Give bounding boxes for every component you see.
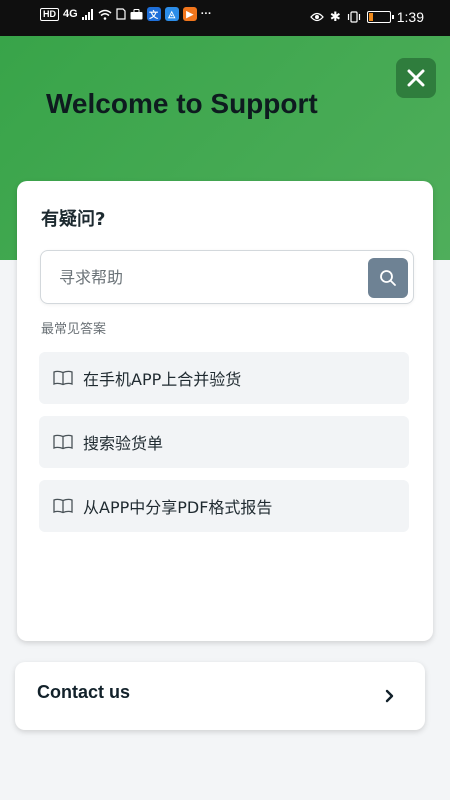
contact-us-label: Contact us [37,682,131,702]
faq-item-merge-inspection[interactable]: 在手机APP上合并验货 [39,352,409,404]
briefcase-icon [130,8,143,19]
status-bar-right: ✱ 1:39 [309,9,424,25]
page-title: Welcome to Support [46,88,318,119]
bluetooth-icon: ✱ [329,9,341,24]
faq-item-label: 搜索验货单 [83,434,164,453]
contact-us-button[interactable]: Contact us [15,662,425,730]
wifi-icon [98,9,112,20]
sim-icon [116,8,126,20]
faq-item-label: 从APP中分享PDF格式报告 [83,498,273,517]
faq-item-label: 在手机APP上合并验货 [83,370,242,389]
translate-app-icon: 文 [146,7,161,21]
status-bar-left: HD 4G 文 ◬ ▶ ··· [40,7,212,21]
faq-list: 在手机APP上合并验货 搜索验货单 从APP中分享PDF格式报告 [39,352,411,544]
eye-icon [309,12,324,22]
book-icon [53,498,73,514]
search-input[interactable] [41,251,361,303]
status-bar: HD 4G 文 ◬ ▶ ··· ✱ 1:39 [0,0,450,36]
clock-time: 1:39 [396,9,424,25]
faq-item-share-pdf[interactable]: 从APP中分享PDF格式报告 [39,480,409,532]
network-type: 4G [63,8,78,20]
help-card: 有疑问? 最常见答案 在手机APP上合并验货 [17,181,433,641]
signal-icon [81,8,93,20]
close-icon [407,69,425,87]
book-icon [53,434,73,450]
search-button[interactable] [368,258,408,298]
section-label: 最常见答案 [41,322,107,337]
search-box [40,250,414,304]
battery-level [368,13,373,21]
faq-item-search-inspection[interactable]: 搜索验货单 [39,416,409,468]
book-icon [53,370,73,386]
battery-icon [366,11,394,23]
hd-badge: HD [40,7,59,21]
card-title: 有疑问? [41,209,106,230]
support-screen: HD 4G 文 ◬ ▶ ··· ✱ 1:39 Welcome to Suppor… [0,0,450,800]
search-icon [380,270,396,286]
video-app-icon: ▶ [182,7,197,21]
security-app-icon: ◬ [164,7,179,21]
chevron-right-icon [385,689,394,703]
vibrate-icon [347,11,360,23]
close-button[interactable] [396,58,436,98]
more-notifications-icon: ··· [200,8,212,20]
